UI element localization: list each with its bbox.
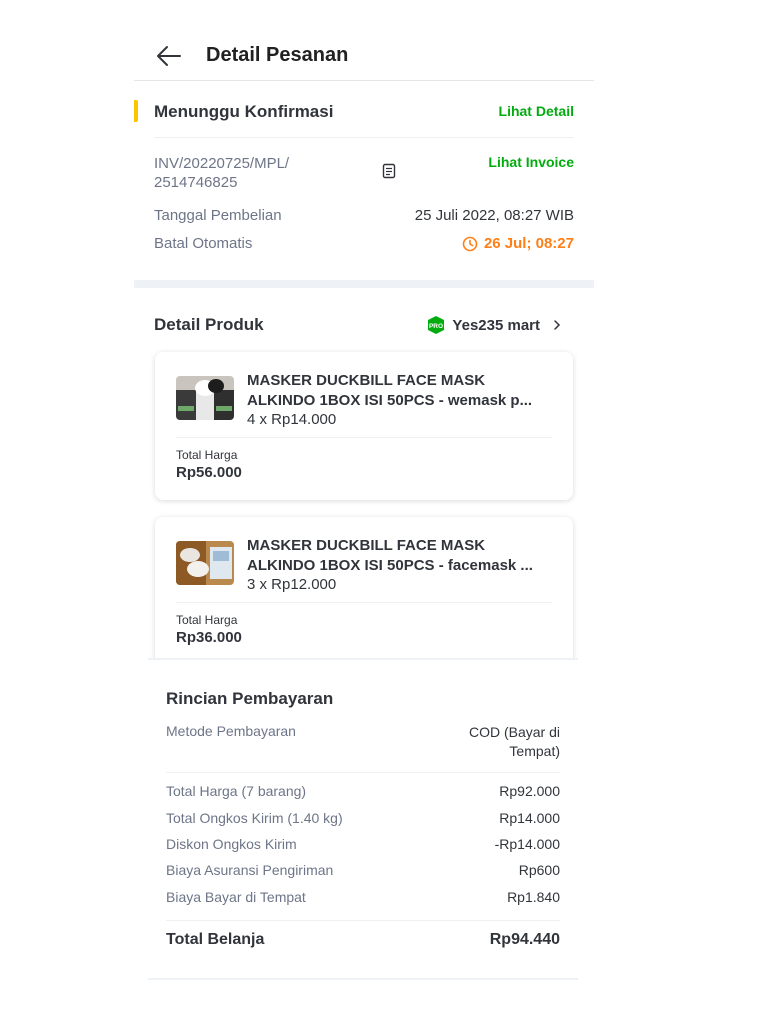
card-divider: [176, 602, 552, 603]
product-card[interactable]: MASKER DUCKBILL FACE MASK ALKINDO 1BOX I…: [155, 517, 573, 667]
product-name-line1: MASKER DUCKBILL FACE MASK: [247, 537, 486, 554]
total-price-label: Total Harga: [176, 448, 238, 462]
auto-cancel-label: Batal Otomatis: [154, 235, 253, 252]
chevron-right-icon: [554, 320, 561, 330]
card-divider: [176, 437, 552, 438]
invoice-number: INV/20220725/MPL/ 2514746825: [154, 154, 289, 192]
page-title: Detail Pesanan: [206, 44, 349, 66]
payment-method-label: Metode Pembayaran: [166, 723, 296, 739]
pay-row-value: Rp600: [518, 862, 560, 878]
divider: [154, 137, 574, 138]
app-header: Detail Pesanan: [134, 28, 594, 81]
payment-details: Rincian Pembayaran Metode Pembayaran COD…: [148, 658, 578, 980]
payment-method-line1: COD (Bayar di: [468, 724, 560, 740]
divider: [166, 920, 560, 921]
payment-method-value: COD (Bayar di Tempat): [469, 723, 560, 761]
pay-row-value: Rp92.000: [499, 783, 560, 799]
section-separator: [134, 280, 594, 288]
product-name-line2: ALKINDO 1BOX ISI 50PCS - facemask ...: [247, 557, 533, 574]
clock-icon: [462, 236, 478, 251]
pay-row-label: Total Ongkos Kirim (1.40 kg): [166, 810, 343, 826]
status-indicator: [134, 100, 138, 122]
pay-row-value: -Rp14.000: [494, 836, 560, 852]
product-image: [176, 541, 234, 585]
total-price-label: Total Harga: [176, 613, 238, 627]
product-qty-price: 4 x Rp14.000: [247, 411, 337, 428]
product-name: MASKER DUCKBILL FACE MASK ALKINDO 1BOX I…: [247, 536, 557, 576]
lihat-invoice-link[interactable]: Lihat Invoice: [488, 154, 574, 170]
back-button[interactable]: [154, 42, 184, 70]
pay-row-label: Diskon Ongkos Kirim: [166, 836, 297, 852]
payment-title: Rincian Pembayaran: [166, 689, 334, 708]
divider: [166, 772, 560, 773]
auto-cancel-value: 26 Jul; 08:27: [462, 235, 574, 252]
product-section-title: Detail Produk: [154, 315, 264, 334]
copy-icon: [382, 163, 396, 179]
product-card[interactable]: MASKER DUCKBILL FACE MASK ALKINDO 1BOX I…: [155, 352, 573, 500]
product-name-line1: MASKER DUCKBILL FACE MASK: [247, 372, 486, 389]
pay-row-value: Rp14.000: [499, 810, 560, 826]
pay-row-label: Biaya Asuransi Pengiriman: [166, 862, 334, 878]
grand-total-value: Rp94.440: [489, 931, 560, 948]
invoice-number-line2: 2514746825: [154, 174, 238, 191]
product-qty-price: 3 x Rp12.000: [247, 576, 337, 593]
copy-invoice-button[interactable]: [382, 163, 396, 184]
payment-method-line2: Tempat): [509, 743, 560, 759]
product-name-line2: ALKINDO 1BOX ISI 50PCS - wemask p...: [247, 392, 533, 409]
pay-row-value: Rp1.840: [507, 889, 560, 905]
back-arrow-icon: [157, 46, 181, 66]
product-name: MASKER DUCKBILL FACE MASK ALKINDO 1BOX I…: [247, 371, 557, 411]
order-status: Menunggu Konfirmasi: [154, 102, 334, 121]
grand-total-label: Total Belanja: [166, 931, 265, 948]
total-price-value: Rp56.000: [176, 464, 242, 481]
auto-cancel-time: 26 Jul; 08:27: [483, 235, 574, 252]
shop-name: Yes235 mart: [452, 316, 540, 334]
order-detail-screen: Detail Pesanan Menunggu Konfirmasi Lihat…: [134, 0, 594, 1024]
invoice-number-line1: INV/20220725/MPL/: [154, 155, 290, 172]
product-image: [176, 376, 234, 420]
pay-row-label: Total Harga (7 barang): [166, 783, 307, 799]
purchase-date-value: 25 Juli 2022, 08:27 WIB: [414, 207, 574, 224]
purchase-date-label: Tanggal Pembelian: [154, 207, 282, 224]
shop-link[interactable]: PRO Yes235 mart: [426, 315, 564, 335]
pro-badge-text: PRO: [429, 323, 443, 330]
lihat-detail-link[interactable]: Lihat Detail: [499, 103, 574, 119]
total-price-value: Rp36.000: [176, 629, 242, 646]
pro-badge-icon: PRO: [428, 316, 445, 334]
pay-row-label: Biaya Bayar di Tempat: [166, 889, 306, 905]
